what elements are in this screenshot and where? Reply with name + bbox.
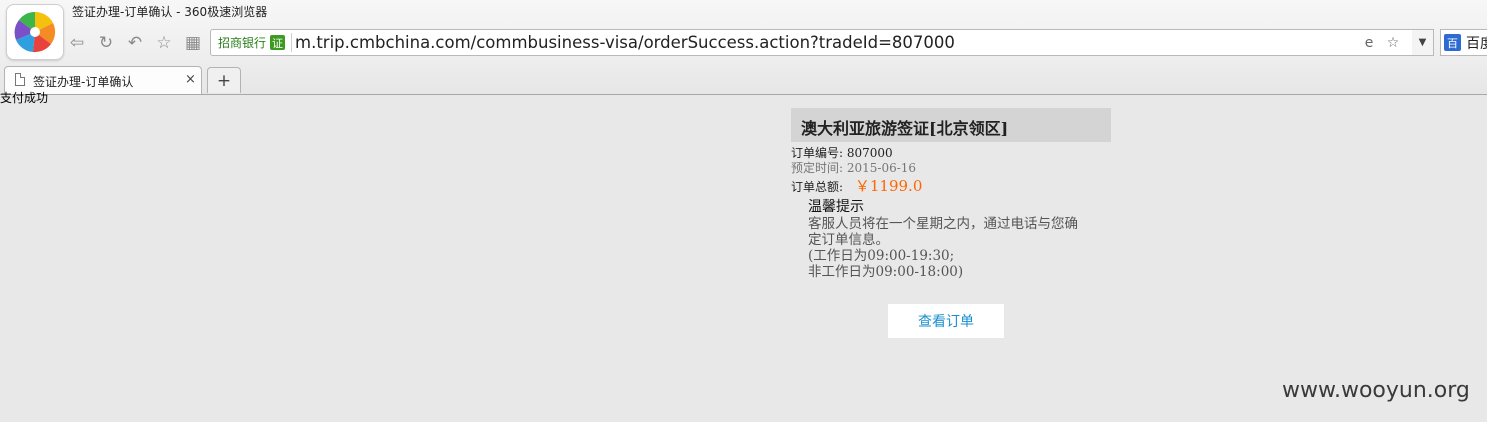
search-engine-label: 百度 <box>1466 35 1487 52</box>
product-header: 澳大利亚旅游签证[北京领区] <box>791 108 1111 142</box>
order-total-row: 订单总额: ￥1199.0 <box>791 175 922 196</box>
undo-icon[interactable]: ↶ <box>124 32 146 54</box>
site-identity-badge[interactable]: 招商银行 证 <box>215 33 293 52</box>
favorite-star-icon[interactable]: ☆ <box>1383 33 1403 53</box>
ie-mode-icon[interactable]: e <box>1359 33 1379 53</box>
new-tab-button[interactable]: + <box>207 67 241 93</box>
watermark: www.wooyun.org <box>1282 378 1470 403</box>
order-number-value: 807000 <box>846 146 893 160</box>
document-icon <box>15 73 25 86</box>
close-icon[interactable]: × <box>185 72 196 87</box>
browser-chrome: 签证办理-订单确认 - 360极速浏览器 ⇦ ↻ ↶ ☆ ▦ 招商银行 证 e … <box>0 0 1487 95</box>
view-order-button[interactable]: 查看订单 <box>888 304 1004 338</box>
payment-status-text: 支付成功 <box>0 91 49 105</box>
tips-line: 定订单信息。 <box>808 232 889 248</box>
address-dropdown-icon[interactable]: ▼ <box>1412 29 1434 56</box>
url-input[interactable] <box>295 32 1315 53</box>
booking-time-row: 预定时间: 2015-06-16 <box>791 159 916 176</box>
tips-line: (工作日为09:00-19:30; <box>808 248 955 264</box>
tab-order-confirm[interactable]: 签证办理-订单确认 × <box>4 66 202 94</box>
refresh-icon[interactable]: ↻ <box>95 32 117 54</box>
search-engine-selector[interactable]: 百 百度 <box>1440 29 1487 56</box>
tips-line: 非工作日为09:00-18:00) <box>808 264 964 280</box>
address-bar[interactable]: 招商银行 证 e ☆ <box>210 29 1432 56</box>
window-title: 签证办理-订单确认 - 360极速浏览器 <box>72 5 268 19</box>
baidu-icon: 百 <box>1444 34 1461 51</box>
back-arrow-icon[interactable]: ⇦ <box>66 32 88 54</box>
tab-title: 签证办理-订单确认 <box>33 75 134 89</box>
order-number-label: 订单编号: <box>791 146 844 160</box>
browser-logo-icon[interactable] <box>6 4 64 60</box>
order-total-label: 订单总额: <box>791 180 844 194</box>
grid-icon[interactable]: ▦ <box>182 32 204 54</box>
booking-time-value: 2015-06-16 <box>846 161 917 175</box>
tips-title: 温馨提示 <box>808 199 864 215</box>
tips-box: 温馨提示 客服人员将在一个星期之内，通过电话与您确 定订单信息。 (工作日为09… <box>808 199 1098 280</box>
tips-line: 客服人员将在一个星期之内，通过电话与您确 <box>808 216 1078 232</box>
star-icon[interactable]: ☆ <box>153 32 175 54</box>
order-total-amount: ￥1199.0 <box>854 177 923 195</box>
chrome-divider <box>0 94 1487 95</box>
product-title: 澳大利亚旅游签证[北京领区] <box>801 119 1009 138</box>
booking-time-label: 预定时间: <box>791 161 844 175</box>
certificate-icon: 证 <box>270 35 286 50</box>
site-badge-label: 招商银行 <box>218 36 267 50</box>
